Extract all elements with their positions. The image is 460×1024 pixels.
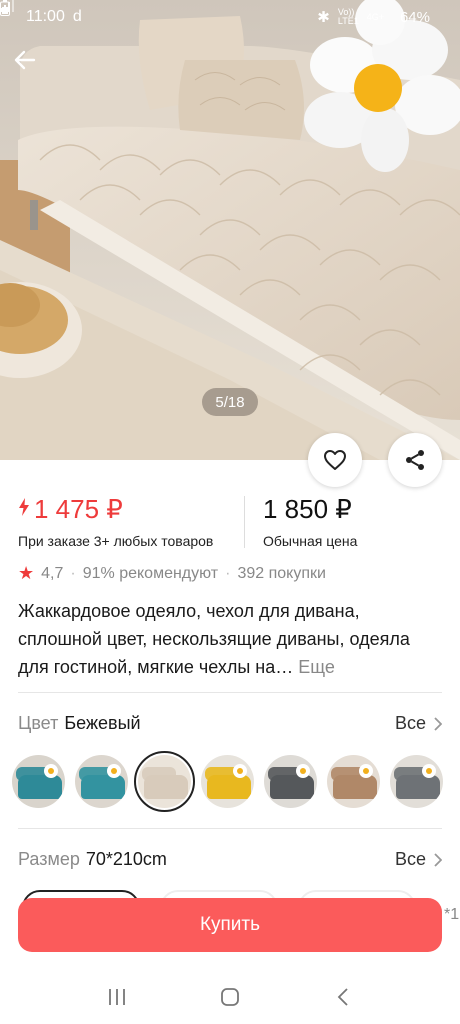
star-icon: ★ xyxy=(18,563,35,583)
system-nav-bar xyxy=(0,970,460,1024)
recent-apps-button[interactable] xyxy=(97,977,137,1017)
battery-percent: 64% xyxy=(399,8,430,26)
product-title[interactable]: Жаккардовое одеяло, чехол для дивана, сп… xyxy=(18,597,438,681)
rating-score: 4,7 xyxy=(41,564,64,582)
carrier-icon: d xyxy=(72,8,82,25)
gallery-counter: 5/18 xyxy=(202,388,258,416)
chevron-left-icon xyxy=(338,988,348,1006)
network-label: Vo)) LTE1 xyxy=(337,7,359,26)
promo-price: 1 475 ₽ xyxy=(34,494,123,524)
color-swatches xyxy=(12,751,443,812)
nav-back-button[interactable] xyxy=(323,977,363,1017)
swatch-teal-flower[interactable] xyxy=(75,755,128,808)
regular-note: Обычная цена xyxy=(263,533,358,549)
rating-row[interactable]: ★ 4,7 · 91% рекомендуют · 392 покупки xyxy=(18,563,326,584)
lightning-icon xyxy=(18,497,30,522)
color-all-label: Все xyxy=(394,713,426,733)
swatch-dark-grey[interactable] xyxy=(264,755,317,808)
promo-note: При заказе 3+ любых товаров xyxy=(18,533,214,549)
size-chip-fragment: *1 xyxy=(444,906,460,923)
color-value: Бежевый xyxy=(64,713,141,733)
chevron-right-icon xyxy=(434,852,442,867)
status-bar: 11:00 d ✱ Vo)) LTE1 4G+ 64% xyxy=(0,0,460,34)
separator-dot: · xyxy=(70,564,76,582)
size-option-row[interactable]: Размер 70*210cm Все xyxy=(18,849,442,870)
color-label: Цвет xyxy=(18,713,59,733)
more-link[interactable]: Еще xyxy=(298,657,335,677)
share-icon xyxy=(406,450,424,470)
purchases-count: 392 покупки xyxy=(237,564,326,582)
swatch-yellow[interactable] xyxy=(201,755,254,808)
status-time: 11:00 xyxy=(26,8,65,25)
favorite-button[interactable] xyxy=(308,433,362,487)
share-button[interactable] xyxy=(388,433,442,487)
regular-price-block: 1 850 ₽ Обычная цена xyxy=(263,494,357,549)
arrow-left-icon xyxy=(14,50,36,70)
regular-price: 1 850 ₽ xyxy=(263,494,352,524)
swatch-camel[interactable] xyxy=(327,755,380,808)
size-label: Размер xyxy=(18,849,80,869)
swatch-beige[interactable] xyxy=(134,751,195,812)
product-title-text: Жаккардовое одеяло, чехол для дивана, сп… xyxy=(18,601,410,677)
promo-price-block: 1 475 ₽ При заказе 3+ любых товаров xyxy=(18,494,213,549)
color-all-link[interactable]: Все xyxy=(395,713,442,734)
product-image[interactable]: 11:00 d ✱ Vo)) LTE1 4G+ 64% 5/18 xyxy=(0,0,460,460)
back-button[interactable] xyxy=(14,50,50,82)
recommend-percent: 91% рекомендуют xyxy=(82,564,219,582)
price-section: 1 475 ₽ При заказе 3+ любых товаров 1 85… xyxy=(18,494,442,554)
size-all-label: Все xyxy=(394,849,426,869)
buy-button[interactable]: Купить xyxy=(18,898,442,952)
divider xyxy=(18,692,442,693)
color-option-row[interactable]: Цвет Бежевый Все xyxy=(18,713,442,734)
recent-apps-icon xyxy=(108,989,125,1005)
size-value: 70*210cm xyxy=(85,849,167,869)
size-all-link[interactable]: Все xyxy=(395,849,442,870)
home-icon xyxy=(221,988,239,1006)
price-divider xyxy=(244,496,245,548)
home-button[interactable] xyxy=(210,977,250,1017)
divider xyxy=(18,828,442,829)
network-type: 4G+ xyxy=(366,11,384,22)
heart-icon xyxy=(324,450,346,470)
swatch-teal[interactable] xyxy=(12,755,65,808)
bluetooth-icon: ✱ xyxy=(317,9,330,26)
swatch-grey[interactable] xyxy=(390,755,443,808)
chevron-right-icon xyxy=(434,716,442,731)
separator-dot: · xyxy=(225,564,231,582)
